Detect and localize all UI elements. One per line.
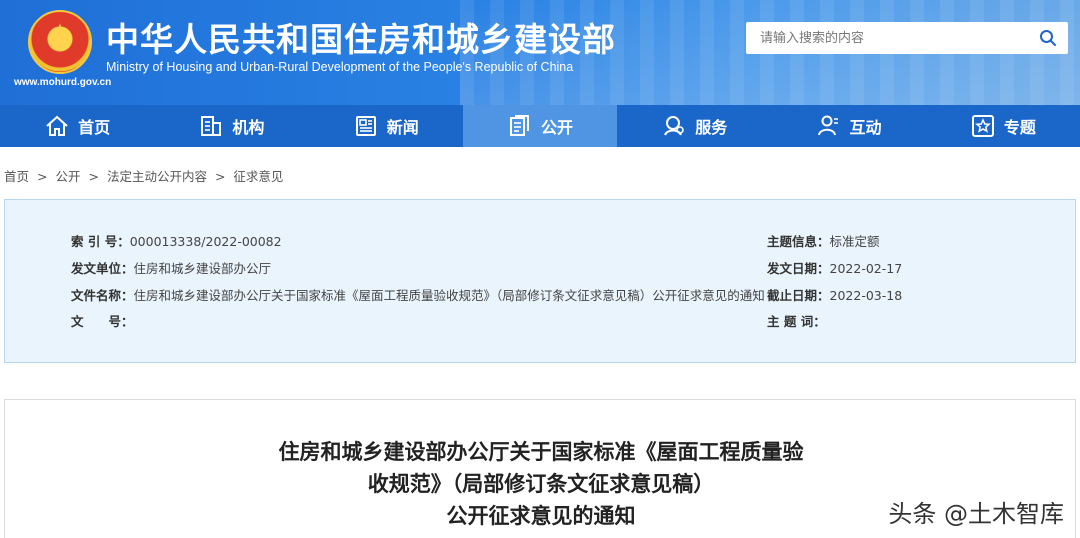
info-label: 主题信息： <box>767 234 830 249</box>
breadcrumb-home[interactable]: 首页 <box>4 169 29 184</box>
document-info-panel: 索 引 号：000013338/2022-00082 发文单位：住房和城乡建设部… <box>4 199 1076 363</box>
info-label: 文 号： <box>71 314 134 329</box>
breadcrumb-consultation[interactable]: 征求意见 <box>233 169 283 184</box>
building-icon <box>201 116 222 136</box>
nav-item-public[interactable]: 公开 <box>462 105 618 147</box>
search-button[interactable] <box>1028 23 1068 53</box>
breadcrumb-separator: > <box>214 169 226 184</box>
breadcrumb: 首页 > 公开 > 法定主动公开内容 > 征求意见 <box>4 166 283 185</box>
search-input[interactable] <box>746 23 1028 53</box>
main-nav: 首页 机构 新闻 公开 服务 互动 专题 <box>0 105 1080 147</box>
info-index-row: 索 引 号：000013338/2022-00082 <box>71 231 282 250</box>
nav-item-topics[interactable]: 专题 <box>926 105 1080 147</box>
site-title[interactable]: 中华人民共和国住房和城乡建设部 <box>106 13 616 61</box>
breadcrumb-public[interactable]: 公开 <box>55 169 80 184</box>
info-value: 2022-02-17 <box>829 261 903 276</box>
nav-item-organization[interactable]: 机构 <box>154 105 308 147</box>
site-header: www.mohurd.gov.cn 中华人民共和国住房和城乡建设部 Minist… <box>0 0 1080 105</box>
info-value: 标准定额 <box>829 234 880 249</box>
nav-item-label: 服务 <box>695 118 728 137</box>
news-icon <box>355 116 376 136</box>
nav-item-interaction[interactable]: 互动 <box>771 105 925 147</box>
national-emblem-icon[interactable] <box>28 10 92 74</box>
info-topic-row: 主题信息：标准定额 <box>767 231 880 250</box>
nav-item-label: 新闻 <box>386 118 419 137</box>
info-label: 主 题 词： <box>767 314 826 329</box>
info-label: 截止日期： <box>767 288 830 303</box>
nav-item-label: 专题 <box>1003 118 1036 137</box>
info-value: 住房和城乡建设部办公厅 <box>133 261 272 276</box>
article-title-line: 住房和城乡建设部办公厅关于国家标准《屋面工程质量验 <box>278 440 804 464</box>
document-icon <box>509 115 529 136</box>
info-label: 发文单位： <box>71 261 134 276</box>
home-icon <box>46 115 68 136</box>
nav-item-label: 首页 <box>78 118 111 137</box>
nav-item-service[interactable]: 服务 <box>617 105 771 147</box>
service-icon <box>664 116 685 136</box>
nav-item-label: 公开 <box>540 118 573 137</box>
info-deadline-row: 截止日期：2022-03-18 <box>767 285 902 304</box>
info-issuer-row: 发文单位：住房和城乡建设部办公厅 <box>71 258 271 277</box>
nav-item-home[interactable]: 首页 <box>0 105 154 147</box>
site-subtitle: Ministry of Housing and Urban-Rural Deve… <box>106 60 574 74</box>
info-date-row: 发文日期：2022-02-17 <box>767 258 902 277</box>
user-interaction-icon <box>817 115 838 136</box>
site-url: www.mohurd.gov.cn <box>14 77 112 88</box>
nav-item-label: 机构 <box>232 118 265 137</box>
star-icon <box>971 115 994 137</box>
info-label: 文件名称： <box>71 288 134 303</box>
info-docname-row: 文件名称：住房和城乡建设部办公厅关于国家标准《屋面工程质量验收规范》（局部修订条… <box>71 285 765 304</box>
search-icon <box>1040 30 1056 46</box>
info-label: 索 引 号： <box>71 234 130 249</box>
breadcrumb-statutory-content[interactable]: 法定主动公开内容 <box>107 169 207 184</box>
nav-item-news[interactable]: 新闻 <box>309 105 463 147</box>
breadcrumb-separator: > <box>37 169 48 184</box>
info-value: 2022-03-18 <box>829 288 903 303</box>
watermark: 头条 @土木智库 <box>888 500 1064 528</box>
info-docno-row: 文 号： <box>71 311 134 330</box>
search-box <box>746 22 1068 54</box>
breadcrumb-separator: > <box>88 169 99 184</box>
nav-item-label: 互动 <box>849 118 882 137</box>
info-value: 住房和城乡建设部办公厅关于国家标准《屋面工程质量验收规范》（局部修订条文征求意见… <box>133 288 765 303</box>
info-label: 发文日期： <box>767 261 830 276</box>
info-value: 000013338/2022-00082 <box>129 234 282 249</box>
info-keyword-row: 主 题 词： <box>767 311 826 330</box>
